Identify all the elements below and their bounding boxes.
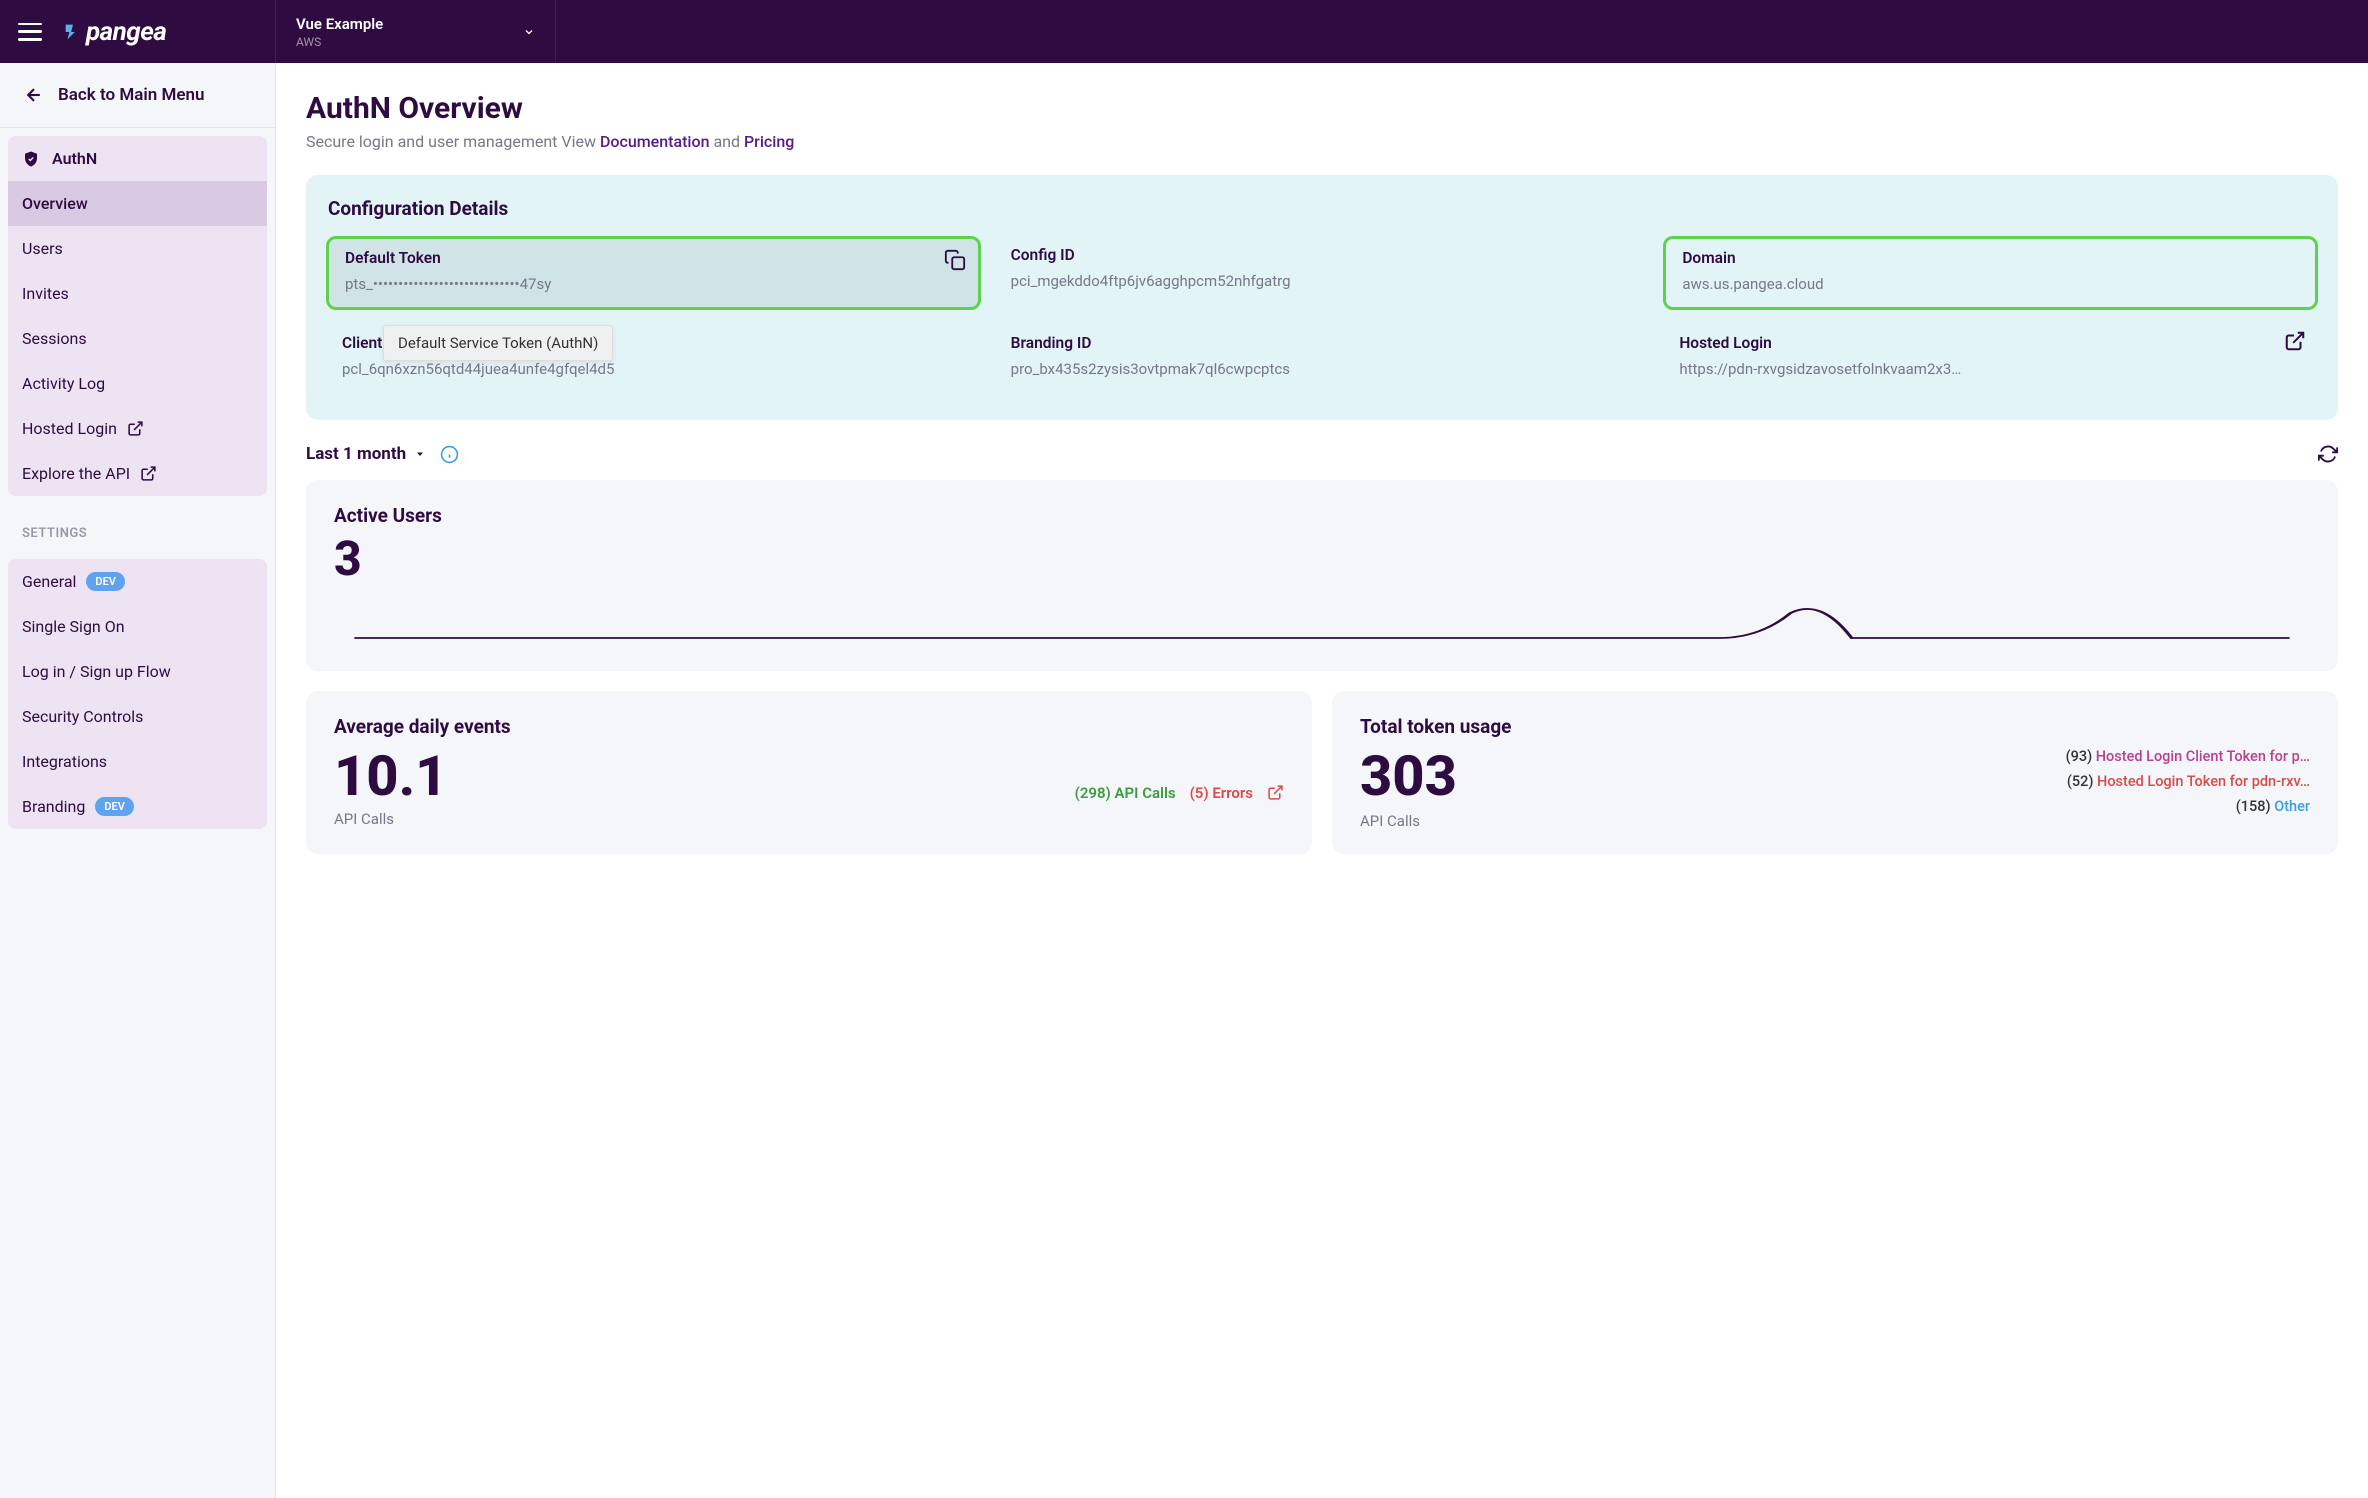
external-link-icon[interactable] <box>1267 784 1284 801</box>
dev-badge: DEV <box>86 572 125 591</box>
external-link-icon[interactable] <box>2284 330 2306 352</box>
sparkline-chart <box>334 603 2310 643</box>
copy-icon[interactable] <box>944 249 966 271</box>
nav-item-sessions[interactable]: Sessions <box>8 316 267 361</box>
main-content: AuthN Overview Secure login and user man… <box>276 63 2368 1498</box>
topbar: pangea Vue Example AWS <box>0 0 2368 63</box>
tooltip: Default Service Token (AuthN) <box>383 325 613 361</box>
config-title: Configuration Details <box>326 197 2318 220</box>
nav-item-integrations[interactable]: Integrations <box>8 739 267 784</box>
config-panel: Configuration Details Default Token pts_… <box>306 175 2338 420</box>
nav-item-hosted-login[interactable]: Hosted Login <box>8 406 267 451</box>
caret-down-icon <box>414 448 426 460</box>
active-users-title: Active Users <box>334 504 2310 527</box>
token-usage-value: 303 <box>1360 748 1457 804</box>
nav-item-sso[interactable]: Single Sign On <box>8 604 267 649</box>
nav-item-overview[interactable]: Overview <box>8 181 267 226</box>
errors-stat: (5) Errors <box>1190 784 1253 802</box>
usage-row: (52) Hosted Login Token for pdn-rxv… <box>1477 773 2310 790</box>
arrow-left-icon <box>24 85 44 105</box>
logo[interactable]: pangea <box>62 17 166 47</box>
config-config-id[interactable]: Config ID pci_mgekddo4ftp6jv6agghpcm52nh… <box>995 236 1650 310</box>
token-usage-title: Total token usage <box>1360 715 2310 738</box>
sidebar: Back to Main Menu AuthN Overview Users I… <box>0 63 276 1498</box>
usage-row: (158) Other <box>1477 798 2310 815</box>
nav-item-users[interactable]: Users <box>8 226 267 271</box>
active-users-value: 3 <box>334 535 2310 583</box>
menu-toggle[interactable] <box>18 23 42 41</box>
page-title: AuthN Overview <box>306 91 2338 126</box>
nav-item-invites[interactable]: Invites <box>8 271 267 316</box>
active-users-card: Active Users 3 <box>306 480 2338 671</box>
info-icon[interactable] <box>440 445 459 464</box>
back-label: Back to Main Menu <box>58 85 204 105</box>
nav-item-login-flow[interactable]: Log in / Sign up Flow <box>8 649 267 694</box>
chevron-down-icon <box>523 26 535 38</box>
nav-parent-authn[interactable]: AuthN <box>8 136 267 181</box>
api-calls-stat: (298) API Calls <box>1075 784 1176 802</box>
project-selector[interactable]: Vue Example AWS <box>276 0 556 63</box>
page-subtitle: Secure login and user management View Do… <box>306 132 2338 151</box>
avg-events-card: Average daily events 10.1 (298) API Call… <box>306 691 1312 854</box>
nav-item-explore-api[interactable]: Explore the API <box>8 451 267 496</box>
documentation-link[interactable]: Documentation <box>600 132 710 151</box>
config-branding-id[interactable]: Branding ID pro_bx435s2zysis3ovtpmak7ql6… <box>995 324 1650 392</box>
back-to-main[interactable]: Back to Main Menu <box>0 63 275 128</box>
external-link-icon <box>127 420 144 437</box>
token-usage-sub: API Calls <box>1360 812 1457 830</box>
nav-item-security-controls[interactable]: Security Controls <box>8 694 267 739</box>
config-hosted-login[interactable]: Hosted Login https://pdn-rxvgsidzavosetf… <box>1663 324 2318 392</box>
config-domain[interactable]: Domain aws.us.pangea.cloud <box>1663 236 2318 310</box>
nav-item-branding[interactable]: Branding DEV <box>8 784 267 829</box>
external-link-icon <box>140 465 157 482</box>
config-default-token[interactable]: Default Token pts_••••••••••••••••••••••… <box>326 236 981 310</box>
settings-section-label: SETTINGS <box>0 504 275 551</box>
avg-events-sub: API Calls <box>334 810 1284 828</box>
project-name: Vue Example <box>296 15 383 33</box>
refresh-icon[interactable] <box>2318 444 2338 464</box>
project-sub: AWS <box>296 35 383 49</box>
token-usage-card: Total token usage 303 API Calls (93) Hos… <box>1332 691 2338 854</box>
pricing-link[interactable]: Pricing <box>744 132 794 151</box>
nav-item-activity-log[interactable]: Activity Log <box>8 361 267 406</box>
usage-row: (93) Hosted Login Client Token for p… <box>1477 748 2310 765</box>
nav-parent-label: AuthN <box>52 149 97 168</box>
avg-events-title: Average daily events <box>334 715 1284 738</box>
shield-check-icon <box>22 150 40 168</box>
period-selector[interactable]: Last 1 month <box>306 444 426 464</box>
nav-item-general[interactable]: General DEV <box>8 559 267 604</box>
dev-badge: DEV <box>95 797 134 816</box>
